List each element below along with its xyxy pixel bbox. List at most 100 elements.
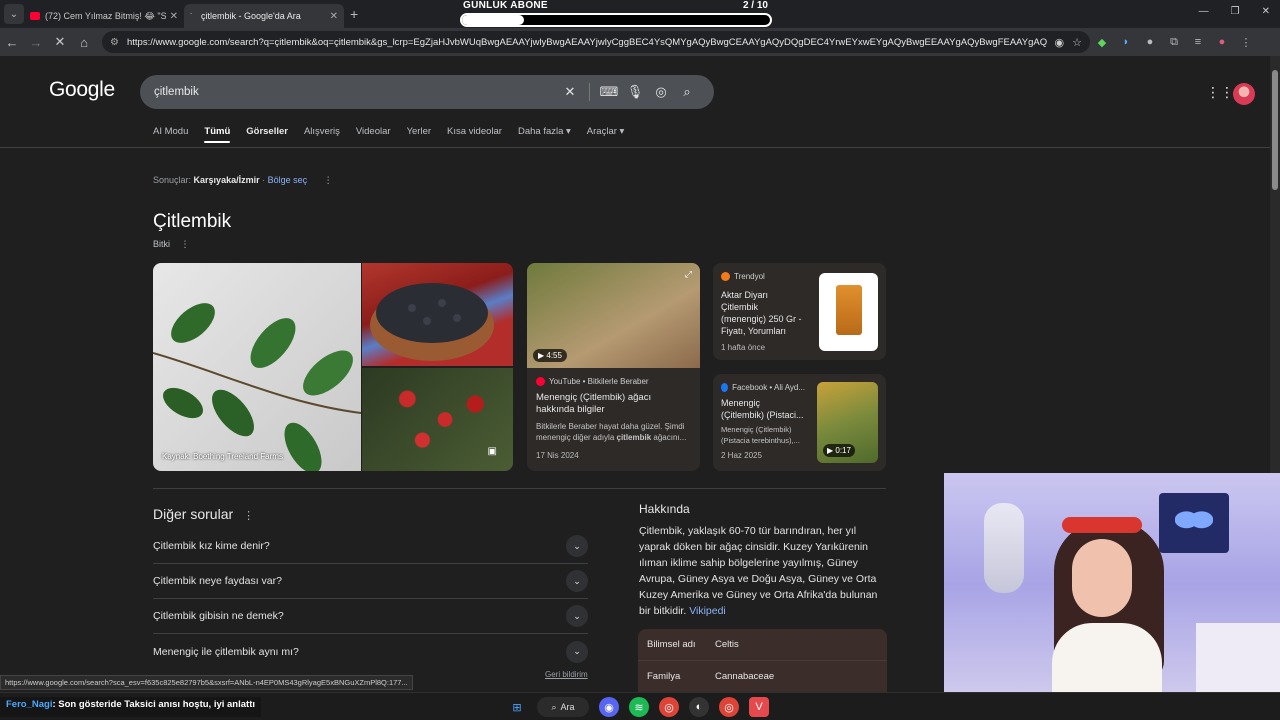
tab-list-button[interactable]: ⌄ <box>4 4 24 24</box>
back-icon[interactable]: ← <box>0 35 24 50</box>
chevron-down-icon[interactable]: ⌄ <box>566 605 588 627</box>
berries-image[interactable]: ▣ <box>362 368 513 471</box>
keyboard-icon[interactable]: ⌨ <box>596 84 622 100</box>
facebook-video-card[interactable]: Facebook • Ali Ayd... Menengiç (Çitlembi… <box>713 374 886 471</box>
results-location-row: Sonuçlar: Karşıyaka/İzmir · Bölge seç ⋮ <box>153 175 333 185</box>
close-icon[interactable]: ✕ <box>330 11 338 22</box>
leaf-image[interactable]: Kaynak: Boething Treeland Farms <box>153 263 361 471</box>
trendyol-product-card[interactable]: Trendyol Aktar Diyarı Çitlembik (menengi… <box>713 263 886 360</box>
location-name: Karşıyaka/İzmir <box>193 175 260 185</box>
goal-progress-bar <box>460 13 772 27</box>
about-description: Çitlembik, yaklaşık 60-70 tür barındıran… <box>639 525 878 617</box>
chrome-active-icon[interactable]: ◎ <box>719 697 739 717</box>
minimize-icon[interactable]: — <box>1199 6 1209 17</box>
chrome-icon[interactable]: ◎ <box>659 697 679 717</box>
wikipedia-link[interactable]: Vikipedi <box>689 605 726 617</box>
trendyol-icon <box>721 272 730 281</box>
app-icon[interactable]: V <box>749 697 769 717</box>
goal-count: 2 / 10 <box>742 0 768 11</box>
spotify-icon[interactable]: ≋ <box>629 697 649 717</box>
bookmark-star-icon[interactable]: ☆ <box>1072 36 1082 49</box>
scrollbar-thumb[interactable] <box>1272 70 1278 190</box>
tab-ai-mode[interactable]: AI Modu <box>153 126 188 143</box>
site-info-icon[interactable]: ⚙ <box>110 37 119 48</box>
clear-icon[interactable]: ✕ <box>557 84 583 100</box>
tab-tools[interactable]: Araçlar ▾ <box>587 126 625 143</box>
peppercorn-image[interactable] <box>362 263 513 366</box>
extensions-puzzle-icon[interactable]: ⧉ <box>1162 36 1186 49</box>
tab-google-search[interactable]: ˙ çitlembik - Google'da Ara ✕ <box>184 4 344 28</box>
card-snippet: Bitkilerle Beraber hayat daha güzel. Şim… <box>536 422 687 442</box>
discord-icon[interactable]: ◉ <box>599 697 619 717</box>
search-icon[interactable]: ⌕ <box>674 84 700 100</box>
avatar[interactable] <box>1233 83 1255 105</box>
profile-icon[interactable]: ● <box>1210 36 1234 48</box>
extension-icon[interactable]: ● <box>1138 36 1162 48</box>
more-options-icon[interactable]: ⋮ <box>181 239 190 249</box>
home-icon[interactable]: ⌂ <box>72 35 96 50</box>
paa-question[interactable]: Çitlembik kız kime denir? ⌄ <box>153 529 588 564</box>
chevron-down-icon[interactable]: ⌄ <box>566 570 588 592</box>
obs-icon[interactable]: ◐ <box>689 697 709 717</box>
address-bar[interactable]: ⚙ https://www.google.com/search?q=çitlem… <box>102 31 1090 53</box>
lens-icon[interactable]: ◎ <box>648 84 674 100</box>
loading-icon: ˙ <box>190 12 193 22</box>
tab-youtube[interactable]: (72) Cem Yılmaz Bitmiş! 😂 "Su ✕ <box>24 4 184 28</box>
new-tab-button[interactable]: + <box>350 6 358 22</box>
card-date: 17 Nis 2024 <box>536 451 579 460</box>
window-controls: — ❐ ✕ <box>1199 6 1270 17</box>
tab-images[interactable]: Görseller <box>246 126 288 143</box>
microphone-icon[interactable]: 🎙 <box>622 84 648 100</box>
search-box[interactable]: çitlembik ✕ ⌨ 🎙 ◎ ⌕ <box>140 75 714 109</box>
more-options-icon[interactable]: ⋮ <box>324 175 333 185</box>
streamer-face <box>1072 539 1132 617</box>
paa-question[interactable]: Çitlembik neye faydası var? ⌄ <box>153 564 588 599</box>
gallery-icon[interactable]: ▣ <box>488 446 497 457</box>
location-icon[interactable]: ◉ <box>1055 36 1065 49</box>
chat-username: Fero_Nagi <box>6 699 53 710</box>
apps-grid-icon[interactable]: ⋮⋮ <box>1206 84 1234 101</box>
tab-title: (72) Cem Yılmaz Bitmiş! 😂 "Su <box>45 10 166 21</box>
close-icon[interactable]: ✕ <box>170 11 178 22</box>
tab-all[interactable]: Tümü <box>204 126 230 143</box>
stop-icon[interactable]: ✕ <box>48 34 72 50</box>
media-icon[interactable]: ≡ <box>1186 36 1210 48</box>
chevron-down-icon[interactable]: ⌄ <box>566 535 588 557</box>
butterfly-art <box>1159 493 1229 553</box>
feedback-link[interactable]: Geri bildirim <box>545 670 588 679</box>
video-duration: ▶ 0:17 <box>823 444 855 457</box>
more-options-icon[interactable]: ⋮ <box>243 510 254 522</box>
region-select-link[interactable]: Bölge seç <box>268 175 308 185</box>
expand-icon[interactable]: ⤢ <box>685 269 692 280</box>
tab-more[interactable]: Daha fazla ▾ <box>518 126 571 143</box>
paa-question[interactable]: Çitlembik gibisin ne demek? ⌄ <box>153 599 588 634</box>
chat-text: : Son gösteride Taksici anısı hoştu, iyi… <box>52 699 256 710</box>
tab-short-videos[interactable]: Kısa videolar <box>447 126 502 143</box>
tab-places[interactable]: Yerler <box>407 126 431 143</box>
tab-shopping[interactable]: Alışveriş <box>304 126 340 143</box>
forward-icon[interactable]: → <box>24 35 48 50</box>
image-source-caption: Kaynak: Boething Treeland Farms <box>162 452 283 461</box>
video-thumbnail: ⤢ ▶ 4:55 <box>527 263 700 368</box>
section-divider <box>153 488 886 489</box>
audio-extension-icon[interactable]: ◗ <box>1114 36 1138 48</box>
bowl-illustration <box>370 283 494 361</box>
card-headline: Menengiç (Çitlembik) (Pistaci... <box>721 398 804 420</box>
card-source: Facebook • Ali Ayd... <box>721 383 805 392</box>
tab-videos[interactable]: Videolar <box>356 126 391 143</box>
goal-label: GÜNLÜK ABONE <box>463 0 548 11</box>
card-source: Trendyol <box>721 272 805 281</box>
windows-start-icon[interactable]: ⊞ <box>507 697 527 717</box>
google-logo[interactable]: Google <box>49 78 115 102</box>
youtube-icon <box>30 12 40 20</box>
paa-question[interactable]: Menengiç ile çitlembik aynı mı? ⌄ <box>153 634 588 669</box>
taskbar-search[interactable]: ⌕ Ara <box>537 697 589 717</box>
shield-extension-icon[interactable]: ◆ <box>1090 36 1114 49</box>
facebook-icon <box>721 383 729 392</box>
search-input[interactable]: çitlembik <box>154 86 557 98</box>
menu-icon[interactable]: ⋮ <box>1234 36 1258 49</box>
restore-icon[interactable]: ❐ <box>1231 6 1240 17</box>
youtube-video-card[interactable]: ⤢ ▶ 4:55 YouTube • Bitkilerle Beraber Me… <box>527 263 700 471</box>
close-window-icon[interactable]: ✕ <box>1262 6 1270 17</box>
chevron-down-icon[interactable]: ⌄ <box>566 640 588 663</box>
